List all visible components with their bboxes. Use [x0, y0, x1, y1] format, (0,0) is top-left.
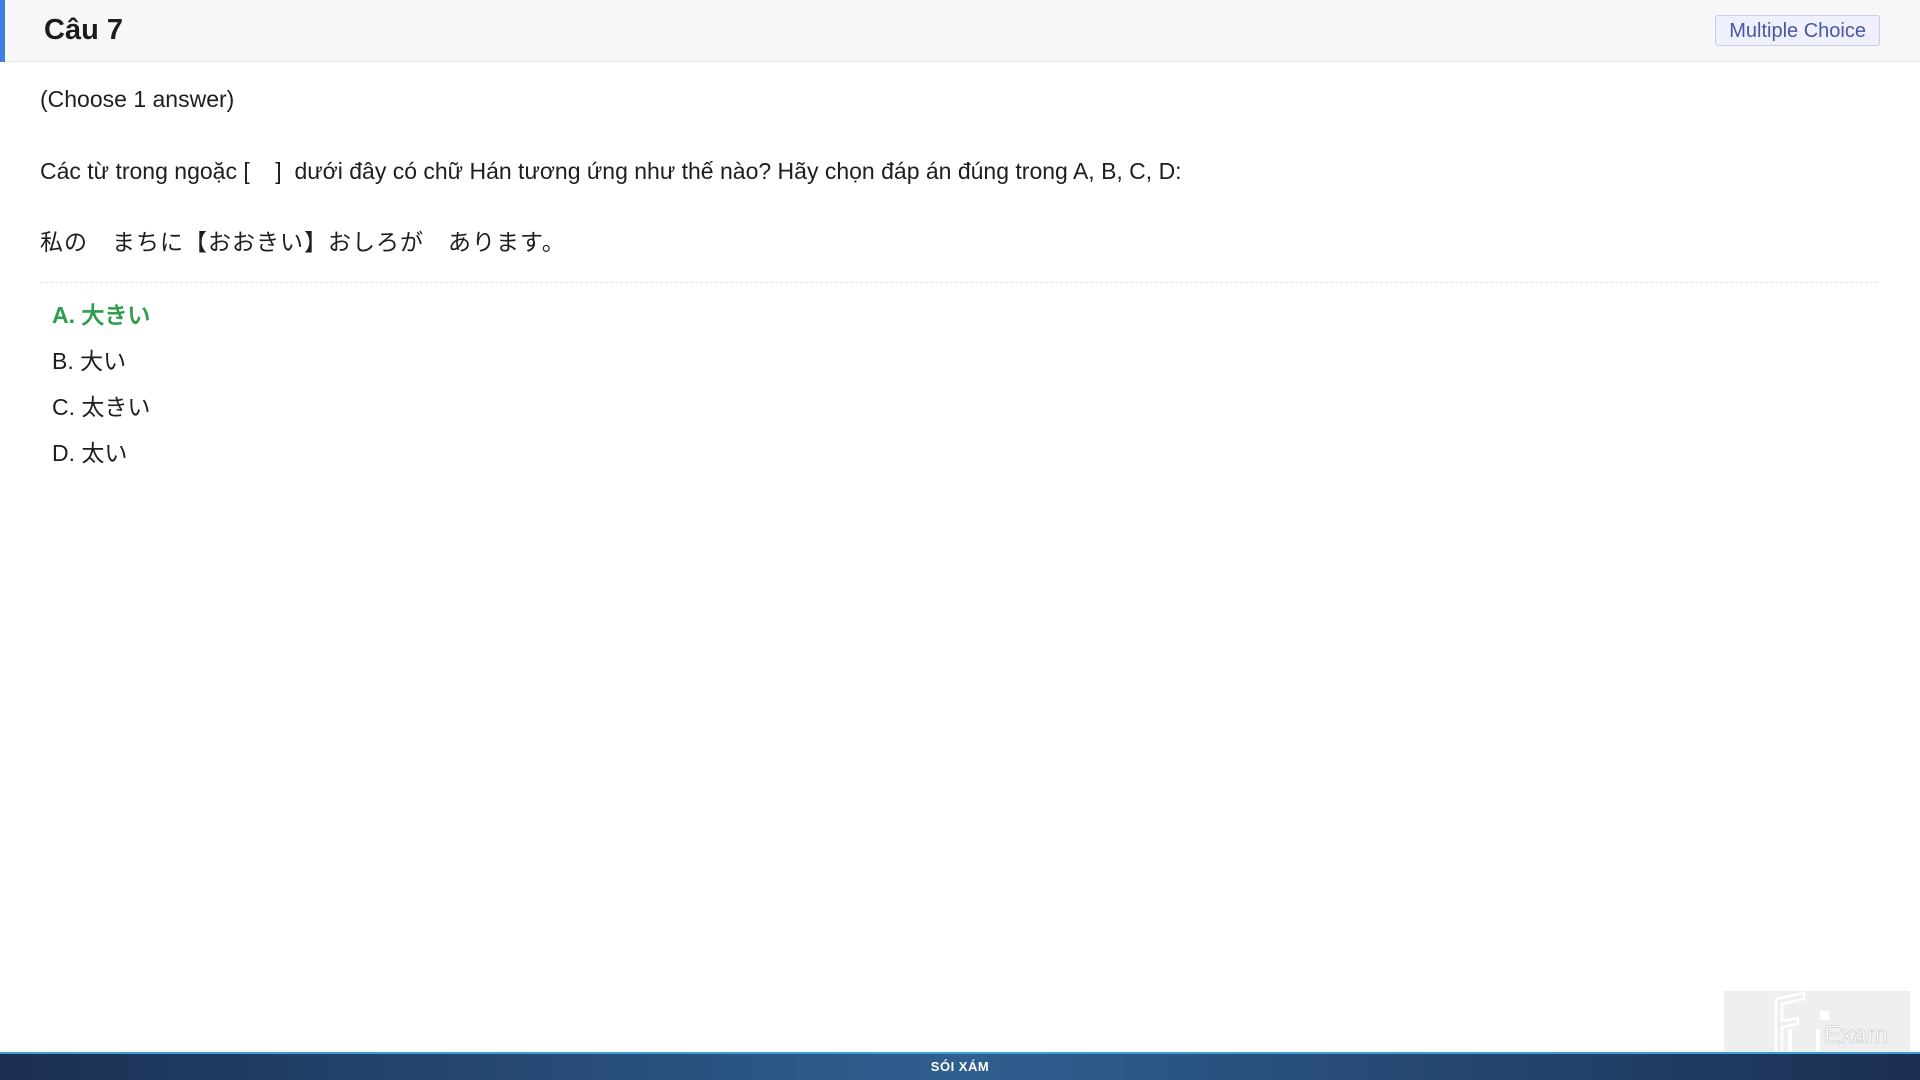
footer-label: SÓI XÁM: [930, 1059, 990, 1074]
option-c[interactable]: C. 太きい: [52, 384, 150, 430]
answer-options: A. 大きい B. 大い C. 太きい D. 太い: [52, 292, 150, 476]
quiz-page: Câu 7 Multiple Choice (Choose 1 answer) …: [0, 0, 1920, 1080]
options-divider: [40, 282, 1878, 283]
svg-text:Exam: Exam: [1824, 1021, 1888, 1049]
question-title: Câu 7: [44, 14, 123, 46]
footer-bar: SÓI XÁM: [0, 1052, 1920, 1080]
answer-instruction: (Choose 1 answer): [40, 86, 235, 112]
question-type-badge: Multiple Choice: [1715, 15, 1880, 46]
question-prompt: Các từ trong ngoặc [ ] dưới đây có chữ H…: [40, 158, 1182, 184]
japanese-sentence: 私の まちに【おおきい】おしろが あります。: [40, 229, 566, 255]
header-accent-bar: [0, 0, 5, 62]
option-b[interactable]: B. 大い: [52, 338, 150, 384]
option-a[interactable]: A. 大きい: [52, 292, 150, 338]
question-header: Câu 7 Multiple Choice: [0, 0, 1920, 62]
option-d[interactable]: D. 太い: [52, 430, 150, 476]
